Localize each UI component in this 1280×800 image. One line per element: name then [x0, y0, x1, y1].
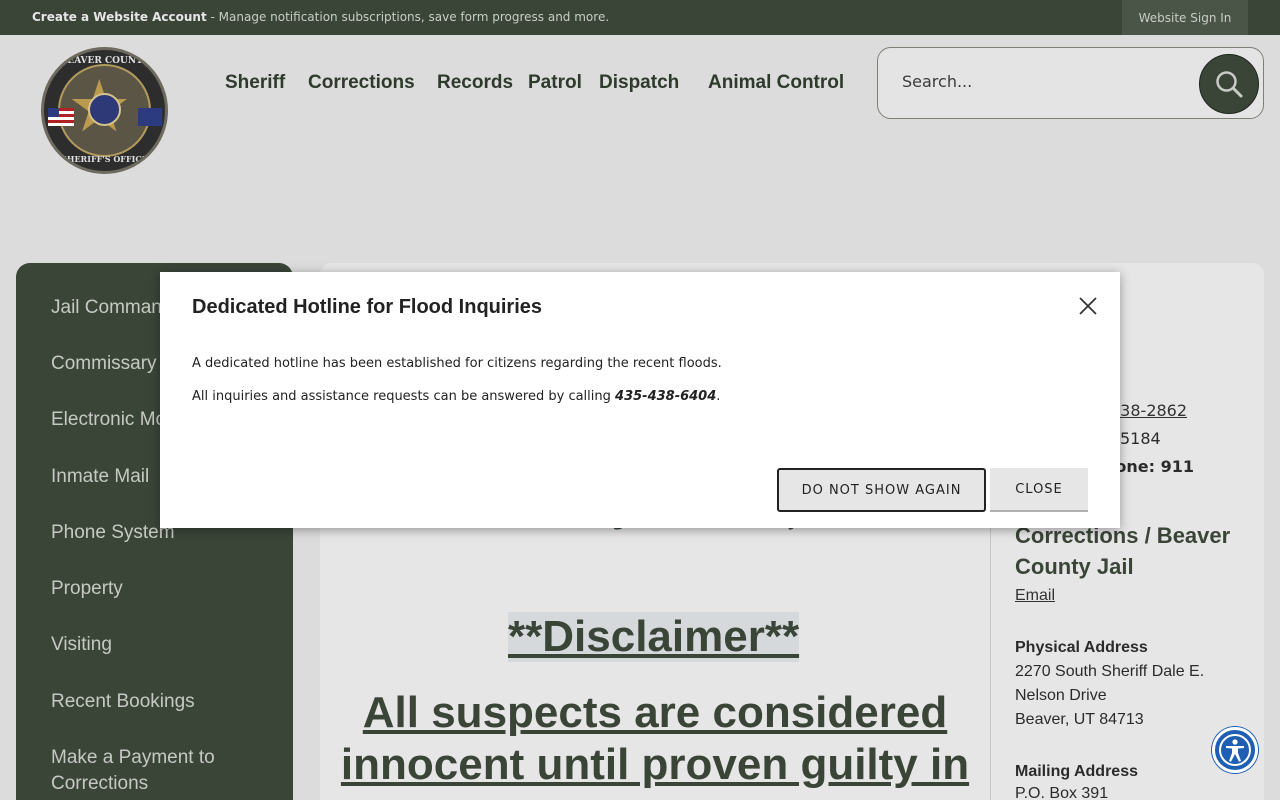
create-account-message: Create a Website Account - Manage notifi… — [32, 10, 609, 24]
top-bar: Create a Website Account - Manage notifi… — [0, 0, 1280, 35]
utah-flag-icon — [138, 108, 162, 126]
sidebar-item-visiting[interactable]: Visiting — [51, 634, 112, 656]
mailing-address-line1: P.O. Box 391 — [1015, 785, 1109, 800]
do-not-show-again-button[interactable]: DO NOT SHOW AGAIN — [777, 468, 986, 512]
modal-text-line1: A dedicated hotline has been established… — [192, 356, 722, 371]
physical-address-line1: 2270 South Sheriff Dale E. — [1015, 663, 1205, 680]
nav-animal-control[interactable]: Animal Control — [708, 72, 844, 94]
nav-records[interactable]: Records — [437, 72, 513, 94]
create-account-link[interactable]: Create a Website Account — [32, 10, 207, 24]
modal-text-line2: All inquiries and assistance requests ca… — [192, 389, 720, 404]
innocence-statement-line1: All suspects are considered — [362, 688, 948, 737]
modal-close-icon[interactable] — [1074, 292, 1102, 320]
contact-section-title: Corrections / Beaver County Jail — [1015, 523, 1231, 579]
contact-email-link[interactable]: Email — [1015, 587, 1055, 605]
nav-patrol[interactable]: Patrol — [528, 72, 582, 94]
nav-corrections[interactable]: Corrections — [308, 72, 415, 94]
search-icon — [1216, 71, 1243, 98]
nav-dispatch[interactable]: Dispatch — [599, 72, 679, 94]
sidebar-item-recent-bookings[interactable]: Recent Bookings — [51, 691, 195, 713]
sidebar-item-property[interactable]: Property — [51, 578, 123, 600]
us-flag-icon — [48, 108, 74, 126]
sidebar-item-commissary[interactable]: Commissary — [51, 353, 157, 375]
close-icon — [1079, 297, 1097, 315]
logo-office-text: SHERIFF'S OFFICE — [61, 154, 148, 164]
sidebar-item-inmate-mail[interactable]: Inmate Mail — [51, 466, 149, 488]
contact-fax: 5184 — [1120, 429, 1161, 448]
physical-address-line2: Nelson Drive — [1015, 687, 1107, 704]
hotline-phone-number: 435-438-6404 — [615, 389, 717, 404]
modal-text-line2-prefix: All inquiries and assistance requests ca… — [192, 389, 616, 404]
sidebar-item-make-payment-line2[interactable]: Corrections — [51, 773, 148, 795]
state-seal-icon — [88, 93, 121, 126]
physical-address-line3: Beaver, UT 84713 — [1015, 711, 1144, 728]
innocence-statement-line2: innocent until proven guilty in — [340, 740, 970, 789]
website-sign-in-button[interactable]: Website Sign In — [1122, 0, 1248, 35]
modal-title: Dedicated Hotline for Flood Inquiries — [192, 296, 543, 318]
sidebar-item-phone-system[interactable]: Phone System — [51, 522, 175, 544]
sidebar-item-electronic-monitoring[interactable]: Electronic Mo — [51, 409, 166, 431]
logo-county-text: BEAVER COUNTY — [59, 56, 150, 66]
mailing-address-label: Mailing Address — [1015, 763, 1138, 780]
accessibility-button[interactable] — [1212, 727, 1258, 773]
search-input[interactable] — [902, 72, 1182, 91]
modal-close-button[interactable]: CLOSE — [990, 468, 1088, 512]
search-button[interactable] — [1199, 54, 1259, 114]
physical-address-label: Physical Address — [1015, 639, 1148, 656]
contact-phone-link[interactable]: 438-2862 — [1110, 401, 1187, 420]
accessibility-icon — [1219, 734, 1251, 766]
search-box — [877, 47, 1264, 119]
sheriff-badge-logo[interactable]: ★ BEAVER COUNTY SHERIFF'S OFFICE — [41, 47, 168, 174]
create-account-description: - Manage notification subscriptions, sav… — [206, 10, 610, 24]
disclaimer-heading: **Disclaimer** — [508, 612, 800, 662]
sidebar-item-jail-command[interactable]: Jail Command — [51, 297, 172, 319]
modal-text-line2-suffix: . — [716, 389, 721, 404]
nav-sheriff[interactable]: Sheriff — [225, 72, 285, 94]
flood-hotline-modal: Dedicated Hotline for Flood Inquiries A … — [160, 272, 1120, 528]
sidebar-item-make-payment[interactable]: Make a Payment to — [51, 747, 215, 769]
